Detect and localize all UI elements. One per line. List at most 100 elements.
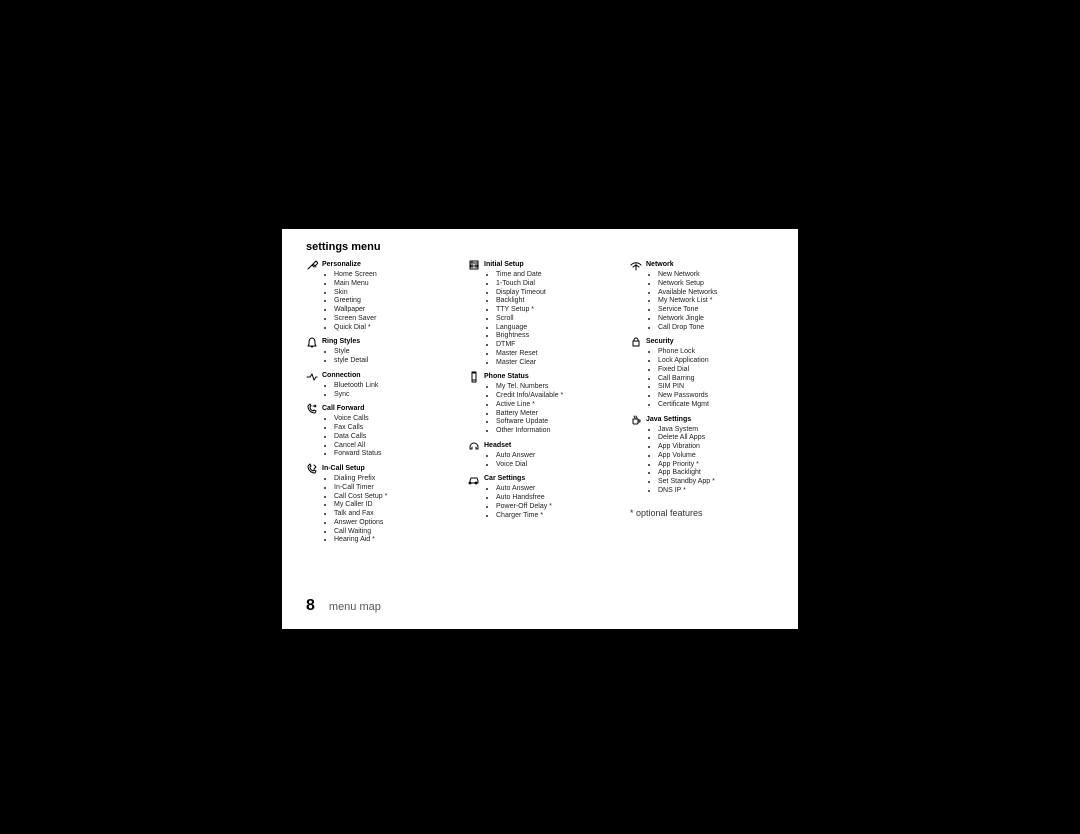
menu-item: Language — [496, 324, 612, 333]
security-icon — [630, 336, 642, 348]
menu-item: Set Standby App * — [658, 478, 774, 487]
menu-item: Battery Meter — [496, 410, 612, 419]
menu-item: Talk and Fax — [334, 510, 450, 519]
section-items: Dialing PrefixIn-Call TimerCall Cost Set… — [306, 475, 450, 545]
car-settings-icon — [468, 473, 480, 485]
menu-item: Call Barring — [658, 375, 774, 384]
section-items: Auto AnswerAuto HandsfreePower-Off Delay… — [468, 485, 612, 520]
menu-item: App Vibration — [658, 443, 774, 452]
section-items: My Tel. NumbersCredit Info/Available *Ac… — [468, 383, 612, 436]
menu-section: Java SettingsJava SystemDelete All AppsA… — [630, 414, 774, 496]
menu-item: Delete All Apps — [658, 434, 774, 443]
menu-section: In-Call SetupDialing PrefixIn-Call Timer… — [306, 463, 450, 545]
menu-item: Credit Info/Available * — [496, 392, 612, 401]
menu-item: Network Jingle — [658, 315, 774, 324]
menu-item: Data Calls — [334, 433, 450, 442]
menu-item: Master Clear — [496, 359, 612, 368]
menu-item: Answer Options — [334, 519, 450, 528]
section-title: Car Settings — [484, 473, 525, 485]
menu-section: Car SettingsAuto AnswerAuto HandsfreePow… — [468, 473, 612, 520]
column: Initial SetupTime and Date1-Touch DialDi… — [468, 259, 612, 524]
headset-icon — [468, 440, 480, 452]
in-call-setup-icon — [306, 463, 318, 475]
section-header: Connection — [306, 370, 450, 382]
section-title: Ring Styles — [322, 336, 360, 348]
menu-item: Fixed Dial — [658, 366, 774, 375]
section-items: Phone LockLock ApplicationFixed DialCall… — [630, 348, 774, 409]
menu-item: Available Networks — [658, 289, 774, 298]
document-page: settings menu PersonalizeHome ScreenMain… — [282, 229, 798, 629]
column: PersonalizeHome ScreenMain MenuSkinGreet… — [306, 259, 450, 549]
menu-item: App Priority * — [658, 461, 774, 470]
menu-item: Call Cost Setup * — [334, 493, 450, 502]
menu-item: Lock Application — [658, 357, 774, 366]
section-title: Java Settings — [646, 414, 691, 426]
page-number: 8 — [306, 597, 315, 615]
menu-item: Auto Answer — [496, 485, 612, 494]
menu-item: In-Call Timer — [334, 484, 450, 493]
menu-item: Active Line * — [496, 401, 612, 410]
menu-item: Time and Date — [496, 271, 612, 280]
menu-item: Style — [334, 348, 450, 357]
section-header: Call Forward — [306, 403, 450, 415]
section-header: Phone Status — [468, 371, 612, 383]
section-header: Personalize — [306, 259, 450, 271]
page-footer: 8 menu map — [306, 597, 381, 615]
menu-section: Phone StatusMy Tel. NumbersCredit Info/A… — [468, 371, 612, 436]
section-items: Voice CallsFax CallsData CallsCancel All… — [306, 415, 450, 459]
menu-item: Call Waiting — [334, 528, 450, 537]
section-header: Network — [630, 259, 774, 271]
menu-item: Wallpaper — [334, 306, 450, 315]
menu-item: Certificate Mgmt — [658, 401, 774, 410]
java-settings-icon — [630, 414, 642, 426]
menu-item: Java System — [658, 426, 774, 435]
section-header: In-Call Setup — [306, 463, 450, 475]
menu-item: 1-Touch Dial — [496, 280, 612, 289]
menu-section: HeadsetAuto AnswerVoice Dial — [468, 440, 612, 470]
menu-item: Master Reset — [496, 350, 612, 359]
connection-icon — [306, 370, 318, 382]
menu-item: Brightness — [496, 332, 612, 341]
menu-item: DTMF — [496, 341, 612, 350]
menu-item: App Backlight — [658, 469, 774, 478]
section-header: Initial Setup — [468, 259, 612, 271]
columns-container: PersonalizeHome ScreenMain MenuSkinGreet… — [306, 259, 774, 549]
menu-item: Call Drop Tone — [658, 324, 774, 333]
menu-item: Software Update — [496, 418, 612, 427]
section-header: Car Settings — [468, 473, 612, 485]
menu-item: TTY Setup * — [496, 306, 612, 315]
column: NetworkNew NetworkNetwork SetupAvailable… — [630, 259, 774, 518]
menu-item: Power-Off Delay * — [496, 503, 612, 512]
menu-item: Voice Dial — [496, 461, 612, 470]
section-header: Ring Styles — [306, 336, 450, 348]
network-icon — [630, 259, 642, 271]
menu-item: Service Tone — [658, 306, 774, 315]
ring-styles-icon — [306, 336, 318, 348]
menu-item: Bluetooth Link — [334, 382, 450, 391]
page-footer-label: menu map — [329, 601, 381, 613]
section-items: Style style Detail — [306, 348, 450, 366]
menu-item: Backlight — [496, 297, 612, 306]
section-title: Personalize — [322, 259, 361, 271]
menu-item: Sync — [334, 391, 450, 400]
section-items: Auto AnswerVoice Dial — [468, 452, 612, 470]
menu-section: SecurityPhone LockLock ApplicationFixed … — [630, 336, 774, 409]
menu-section: Ring StylesStyle style Detail — [306, 336, 450, 366]
menu-section: NetworkNew NetworkNetwork SetupAvailable… — [630, 259, 774, 332]
section-title: Security — [646, 336, 674, 348]
section-header: Headset — [468, 440, 612, 452]
menu-item: Voice Calls — [334, 415, 450, 424]
section-items: Bluetooth LinkSync — [306, 382, 450, 400]
menu-item: Cancel All — [334, 442, 450, 451]
menu-item: My Network List * — [658, 297, 774, 306]
page-title: settings menu — [306, 241, 774, 253]
menu-item: Phone Lock — [658, 348, 774, 357]
section-title: Initial Setup — [484, 259, 524, 271]
section-items: Time and Date1-Touch DialDisplay Timeout… — [468, 271, 612, 367]
section-items: New NetworkNetwork SetupAvailable Networ… — [630, 271, 774, 332]
section-items: Java SystemDelete All AppsApp VibrationA… — [630, 426, 774, 496]
menu-item: Hearing Aid * — [334, 536, 450, 545]
menu-item: App Volume — [658, 452, 774, 461]
menu-item: Main Menu — [334, 280, 450, 289]
section-title: In-Call Setup — [322, 463, 365, 475]
